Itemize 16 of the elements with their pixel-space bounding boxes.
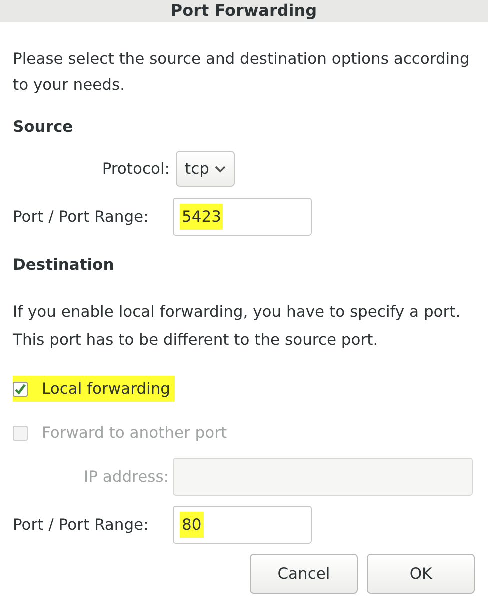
protocol-dropdown[interactable]: tcp	[176, 151, 236, 187]
section-heading: Source	[13, 117, 74, 138]
note-text: If you enable local forwarding, you have to specify a port. This port has to be different to the source port.	[13, 302, 462, 351]
intro-text: Please select the source and destination options according to your needs.	[13, 49, 471, 96]
window-title: Port Forwarding	[170, 0, 318, 22]
dialog-button[interactable]: Cancel	[250, 554, 358, 594]
field-label: Protocol:	[101, 159, 171, 180]
port-field[interactable]: 80	[173, 506, 312, 544]
caret-icon	[215, 166, 226, 172]
dialog-button[interactable]: OK	[367, 554, 475, 594]
field-label: Port / Port Range:	[13, 515, 150, 536]
field-label: Port / Port Range:	[13, 207, 150, 228]
checkbox[interactable]	[13, 382, 28, 396]
field-label: IP address:	[83, 467, 170, 488]
section-heading: Destination	[13, 255, 116, 276]
port-field[interactable]: 5423	[173, 198, 312, 236]
